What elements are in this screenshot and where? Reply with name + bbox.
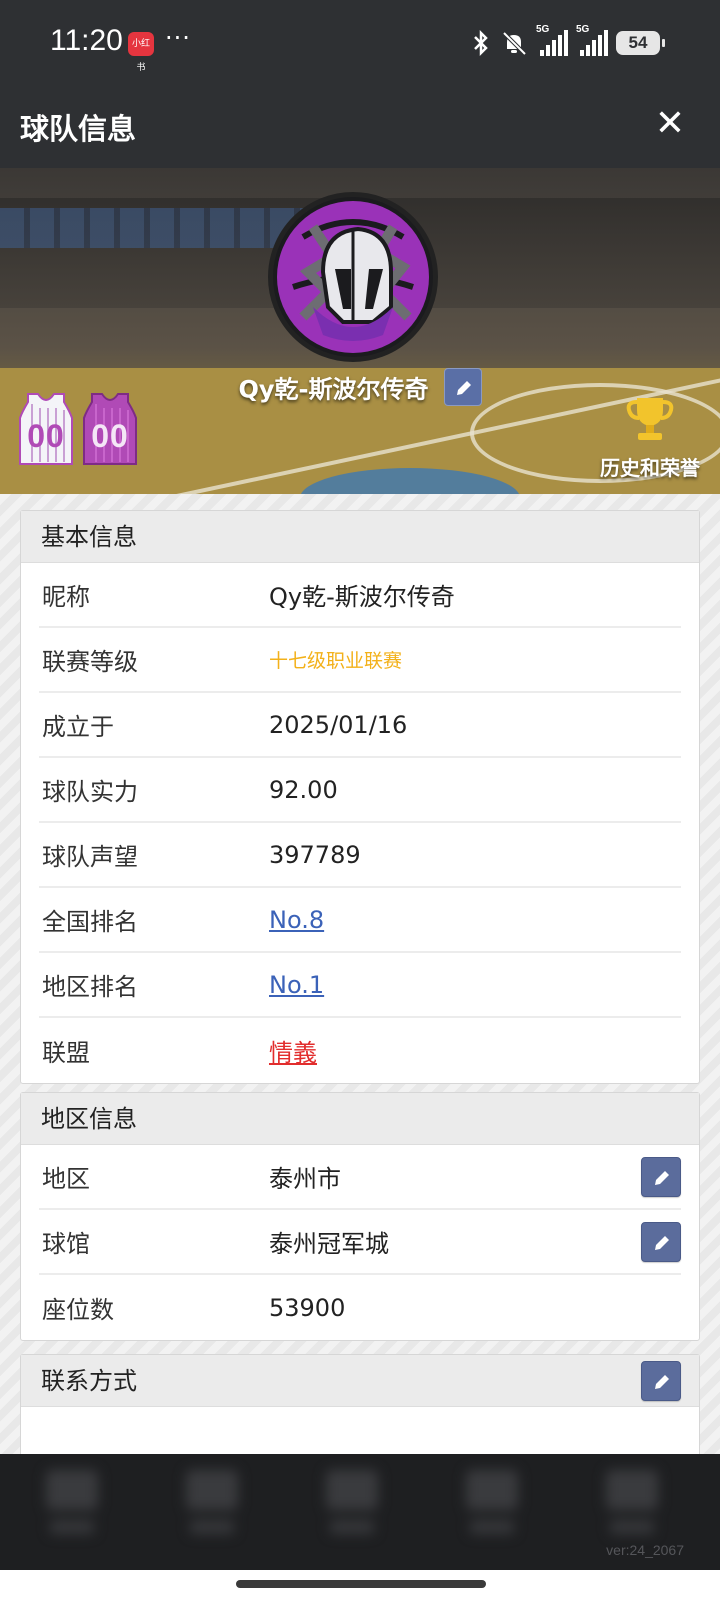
nav-item-1[interactable] — [40, 1470, 104, 1550]
alliance-link[interactable]: 情義 — [269, 1033, 317, 1068]
row-label: 昵称 — [42, 583, 90, 611]
home-gesture-bar[interactable] — [236, 1580, 486, 1588]
edit-team-name-button[interactable] — [443, 368, 482, 406]
nav-item-4[interactable] — [460, 1470, 524, 1550]
nav-item-5[interactable] — [600, 1470, 664, 1550]
region-info-card: 地区信息 地区 泰州市 球馆 泰州冠军城 座位数 53900 — [20, 1092, 700, 1341]
away-jersey[interactable]: 00 — [82, 392, 138, 466]
contact-card: 联系方式 — [20, 1354, 700, 1454]
league-level-value: 十七级职业联赛 — [269, 650, 403, 672]
row-region: 地区 泰州市 — [39, 1145, 681, 1210]
row-label: 成立于 — [42, 713, 114, 741]
row-label: 球馆 — [42, 1230, 90, 1258]
battery-icon: 54 — [616, 31, 665, 55]
app-badge-icon: 小红书 — [128, 32, 154, 73]
row-label: 球队声望 — [42, 843, 138, 871]
bluetooth-icon — [474, 29, 488, 57]
jerseys: 00 00 — [18, 392, 138, 466]
pencil-icon — [655, 1235, 669, 1250]
nav-item-2[interactable] — [180, 1470, 244, 1550]
pencil-icon — [655, 1170, 669, 1185]
home-jersey[interactable]: 00 — [18, 392, 74, 466]
mute-bell-icon — [502, 31, 527, 56]
title-bar: 球队信息 ✕ — [0, 84, 720, 168]
row-nickname: 昵称 Qy乾-斯波尔传奇 — [39, 563, 681, 628]
signal-5g-1-icon: 5G — [536, 24, 568, 56]
row-league-level: 联赛等级 十七级职业联赛 — [39, 628, 681, 693]
region-value: 泰州市 — [269, 1165, 341, 1193]
content-area[interactable]: 基本信息 昵称 Qy乾-斯波尔传奇 联赛等级 十七级职业联赛 成立于 2025/… — [0, 494, 720, 1454]
row-national-rank: 全国排名 No.8 — [39, 888, 681, 953]
status-bar: 11:20 小红书 ··· 5G 5G 54 — [0, 0, 720, 84]
row-label: 联盟 — [42, 1039, 90, 1067]
national-rank-link[interactable]: No.8 — [269, 906, 324, 934]
signal-5g-2-icon: 5G — [576, 24, 608, 56]
reputation-value: 397789 — [269, 840, 361, 869]
more-notifications-icon: ··· — [165, 24, 191, 52]
seats-value: 53900 — [269, 1293, 346, 1322]
team-banner: Qy乾-斯波尔传奇 00 00 历史和荣誉 — [0, 168, 720, 494]
row-label: 全国排名 — [42, 908, 138, 936]
region-info-title: 地区信息 — [21, 1093, 699, 1145]
pencil-icon — [456, 381, 471, 395]
row-label: 球队实力 — [42, 778, 138, 806]
bottom-nav: ver:24_2067 — [0, 1454, 720, 1570]
row-team-strength: 球队实力 92.00 — [39, 758, 681, 823]
team-name: Qy乾-斯波尔传奇 — [238, 375, 429, 404]
row-label: 座位数 — [42, 1296, 114, 1324]
history-honors-label: 历史和荣誉 — [600, 456, 700, 480]
row-seats: 座位数 53900 — [39, 1275, 681, 1340]
row-label: 联赛等级 — [42, 648, 138, 676]
gesture-area — [0, 1570, 720, 1602]
team-logo[interactable] — [268, 192, 438, 362]
row-label: 地区 — [42, 1165, 90, 1193]
basic-info-card: 基本信息 昵称 Qy乾-斯波尔传奇 联赛等级 十七级职业联赛 成立于 2025/… — [20, 510, 700, 1084]
edit-region-button[interactable] — [641, 1156, 681, 1197]
version-label: ver:24_2067 — [606, 1542, 684, 1558]
close-button[interactable]: ✕ — [648, 102, 692, 146]
nav-item-3[interactable] — [320, 1470, 384, 1550]
row-arena: 球馆 泰州冠军城 — [39, 1210, 681, 1275]
edit-contact-button[interactable] — [641, 1361, 681, 1401]
status-icons: 5G 5G 54 — [470, 24, 665, 60]
row-reputation: 球队声望 397789 — [39, 823, 681, 888]
row-alliance: 联盟 情義 — [39, 1018, 681, 1083]
pencil-icon — [655, 1375, 669, 1389]
status-time: 11:20 — [50, 24, 123, 57]
contact-title: 联系方式 — [21, 1355, 699, 1407]
nickname-value: Qy乾-斯波尔传奇 — [269, 583, 455, 611]
spartan-helmet-icon — [277, 201, 429, 353]
page-title: 球队信息 — [20, 112, 137, 146]
trophy-icon — [626, 398, 674, 440]
row-region-rank: 地区排名 No.1 — [39, 953, 681, 1018]
history-honors-button[interactable]: 历史和荣誉 — [590, 394, 710, 481]
founded-value: 2025/01/16 — [269, 710, 408, 739]
arena-value: 泰州冠军城 — [269, 1230, 389, 1258]
team-strength-value: 92.00 — [269, 775, 338, 804]
away-jersey-number: 00 — [91, 418, 129, 454]
row-label: 地区排名 — [42, 973, 138, 1001]
edit-arena-button[interactable] — [641, 1221, 681, 1262]
basic-info-title: 基本信息 — [21, 511, 699, 563]
home-jersey-number: 00 — [27, 418, 65, 454]
row-founded: 成立于 2025/01/16 — [39, 693, 681, 758]
contact-title-text: 联系方式 — [41, 1367, 137, 1395]
region-rank-link[interactable]: No.1 — [269, 971, 324, 999]
